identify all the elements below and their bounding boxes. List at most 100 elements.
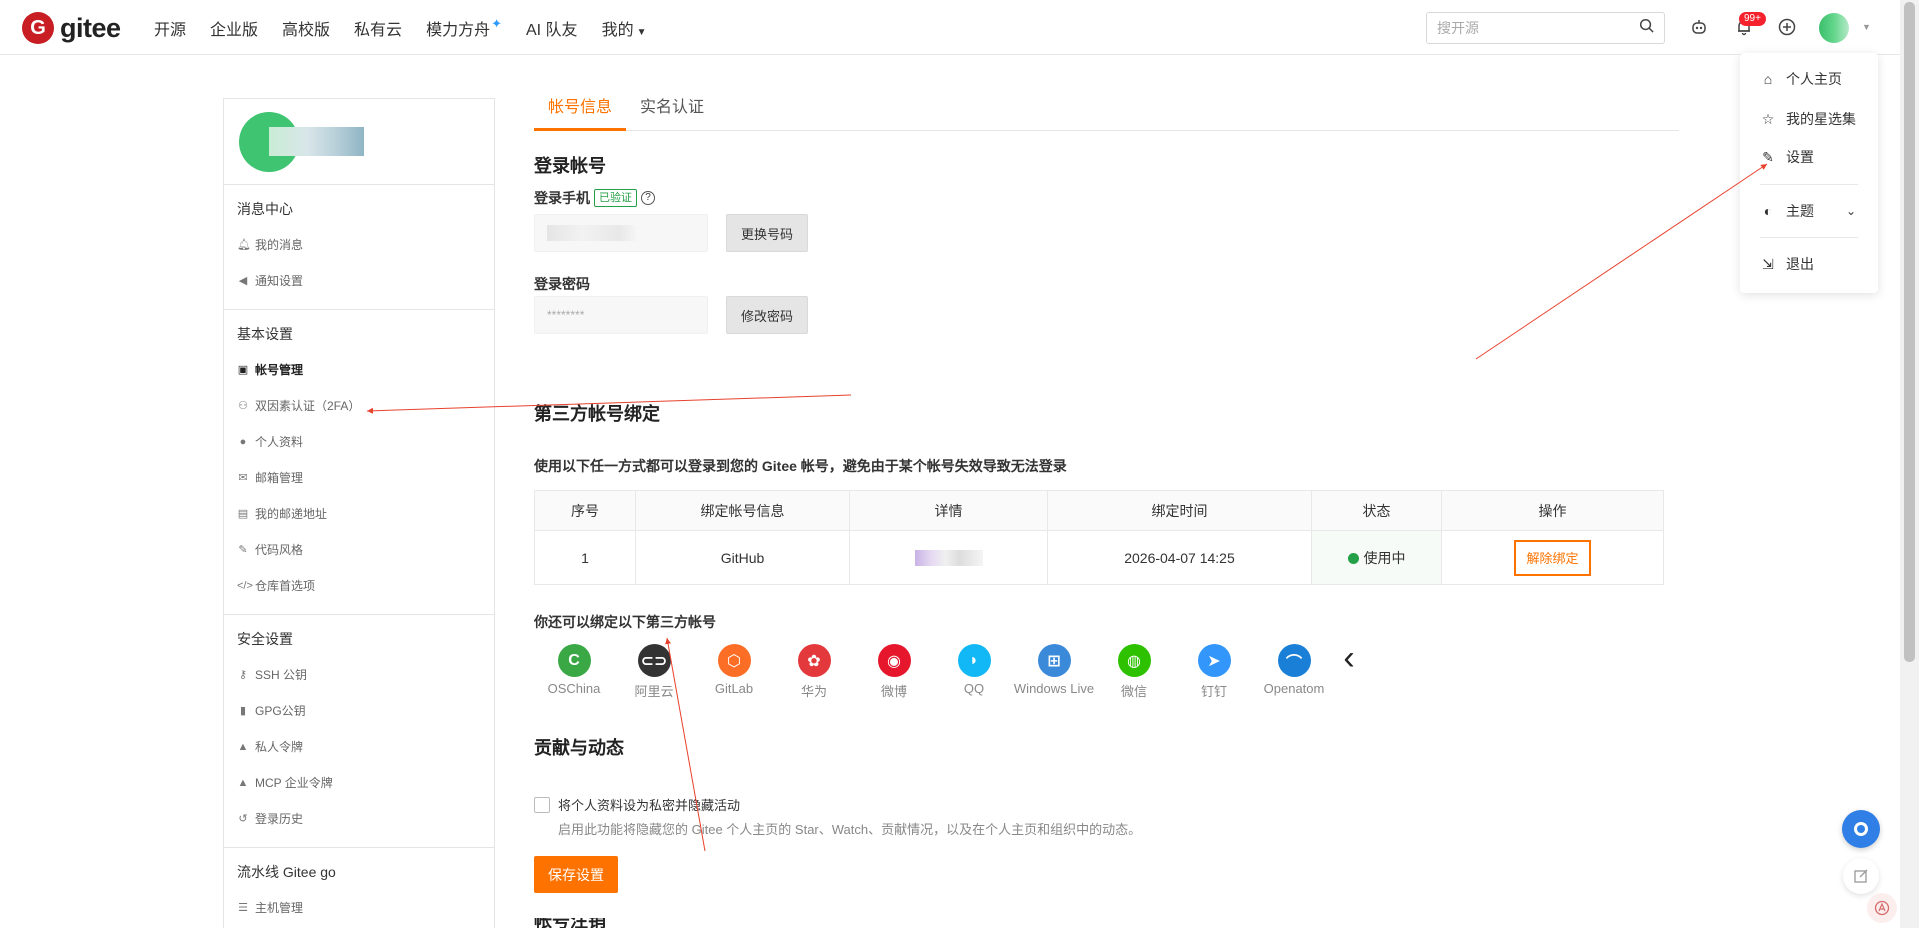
provider-oschina[interactable]: C OSChina (534, 644, 614, 696)
menu-item-label: 个人主页 (1786, 71, 1842, 87)
sidebar-item-2fa[interactable]: ⚇ 双因素认证（2FA） (224, 388, 494, 424)
page-scrollbar[interactable] (1900, 0, 1919, 928)
menu-item-homepage[interactable]: ⌂ 个人主页 (1740, 66, 1878, 92)
bell-icon: 🔔︎ (237, 239, 251, 251)
ai-assistant-icon[interactable] (1688, 16, 1710, 38)
home-icon: ⌂ (1763, 71, 1773, 87)
translate-icon[interactable] (1867, 893, 1897, 923)
search-icon[interactable] (1639, 18, 1654, 38)
change-phone-button[interactable]: 更换号码 (726, 214, 809, 252)
nav-item-ai-teammate[interactable]: AI 队友 (526, 16, 578, 40)
table-row: 1 GitHub 2026-04-07 14:25 使用中 解除绑定 (534, 530, 1664, 585)
nav-item-education[interactable]: 高校版 (282, 16, 330, 40)
tab-real-name[interactable]: 实名认证 (626, 88, 718, 131)
sidebar-item-account[interactable]: ▣ 帐号管理 (224, 352, 494, 388)
menu-item-logout[interactable]: ⇲ 退出 (1740, 251, 1878, 277)
contribution-title: 贡献与动态 (534, 738, 624, 758)
row-index: 1 (534, 530, 636, 585)
assistant-fab-icon[interactable] (1842, 810, 1880, 848)
sidebar-group-messages: 消息中心 🔔︎ 我的消息 ◀︎ 通知设置 (224, 185, 494, 310)
sidebar-item-profile[interactable]: ● 个人资料 (224, 424, 494, 460)
search-input[interactable] (1437, 20, 1639, 36)
sidebar-item-label: 个人资料 (255, 435, 304, 449)
sidebar-item-label: 私人令牌 (255, 740, 304, 754)
menu-item-label: 设置 (1786, 149, 1814, 165)
nav-item-mine[interactable]: 我的 ▼ (602, 16, 647, 40)
oschina-icon: C (557, 644, 591, 677)
provider-openatom[interactable]: ⌒ Openatom (1254, 644, 1334, 696)
provider-label: 阿里云 (634, 684, 674, 699)
menu-item-theme[interactable]: ◐ 主题 ⌄ (1740, 198, 1878, 224)
provider-gitlab[interactable]: ⬡ GitLab (694, 644, 774, 696)
provider-aliyun[interactable]: ⊂⊃ 阿里云 (614, 644, 694, 700)
wechat-icon: ◍ (1117, 644, 1151, 677)
provider-windows-live[interactable]: ⊞ Windows Live (1014, 644, 1094, 696)
gitee-logo[interactable]: G gitee (22, 12, 121, 44)
openatom-icon: ⌒ (1277, 644, 1311, 677)
sidebar-item-mailing-address[interactable]: ▤ 我的邮递地址 (224, 496, 494, 532)
nav-item-private-cloud[interactable]: 私有云 (354, 16, 402, 40)
menu-item-label: 退出 (1786, 256, 1814, 272)
sidebar-item-repo-preferences[interactable]: </> 仓库首选项 (224, 568, 494, 604)
provider-qq[interactable]: ◗ QQ (934, 644, 1014, 696)
login-account-title: 登录帐号 (534, 156, 606, 176)
sidebar-group-security: 安全设置 ⚷ SSH 公钥 ▮ GPG公钥 ▲ 私人令牌 ▲ MCP 企业令牌 ↺ 登录历… (224, 615, 494, 848)
chevron-left-icon[interactable]: ‹ (1334, 641, 1364, 677)
id-card-icon: ▣ (237, 364, 249, 376)
provider-dingtalk[interactable]: ➤ 钉钉 (1174, 644, 1254, 700)
row-status-text: 使用中 (1363, 549, 1406, 566)
feedback-icon[interactable] (1843, 858, 1879, 894)
nav-item-enterprise[interactable]: 企业版 (210, 16, 258, 40)
unbind-button[interactable]: 解除绑定 (1514, 539, 1591, 576)
change-password-button[interactable]: 修改密码 (726, 296, 809, 334)
provider-label: OSChina (547, 681, 601, 696)
main-content: 帐号信息 实名认证 登录帐号 登录手机 已验证 ? 更换号码 登录密码 ****… (534, 88, 1679, 928)
menu-item-settings[interactable]: ✎ 设置 (1740, 144, 1878, 170)
phone-label-text: 登录手机 (534, 190, 590, 206)
provider-wechat[interactable]: ◍ 微信 (1094, 644, 1174, 700)
code-icon: </> (237, 580, 253, 592)
sidebar-item-host-management[interactable]: ☰ 主机管理 (224, 890, 494, 926)
nav-item-mine-label: 我的 (601, 21, 634, 39)
sidebar-item-label: 双因素认证（2FA） (255, 399, 361, 413)
windows-icon: ⊞ (1037, 644, 1071, 677)
sidebar-item-notification-settings[interactable]: ◀︎ 通知设置 (224, 263, 494, 299)
menu-item-star-collections[interactable]: ☆ 我的星选集 (1740, 106, 1878, 132)
private-activity-checkbox[interactable] (534, 796, 550, 813)
plus-circle-icon[interactable] (1776, 16, 1798, 38)
sidebar-item-login-history[interactable]: ↺ 登录历史 (224, 801, 494, 837)
column-header: 绑定时间 (1047, 490, 1312, 531)
scrollbar-thumb[interactable] (1904, 2, 1915, 662)
contrast-icon: ◐ (1763, 203, 1773, 219)
row-bound-time: 2026-04-07 14:25 (1047, 530, 1312, 585)
provider-weibo[interactable]: ◉ 微博 (854, 644, 934, 700)
password-field-label: 登录密码 (534, 276, 590, 292)
save-settings-button[interactable]: 保存设置 (534, 856, 618, 893)
sidebar-item-label: 登录历史 (255, 812, 304, 826)
verified-badge: 已验证 (594, 189, 637, 207)
sidebar-item-mcp-tokens[interactable]: ▲ MCP 企业令牌 (224, 765, 494, 801)
sidebar-item-label: 帐号管理 (255, 363, 304, 377)
provider-huawei[interactable]: ✿ 华为 (774, 644, 854, 700)
sidebar-item-label: MCP 企业令牌 (255, 776, 333, 790)
chevron-down-icon: ⌄ (1846, 204, 1857, 218)
sidebar-item-email[interactable]: ✉ 邮箱管理 (224, 460, 494, 496)
provider-label: Openatom (1263, 681, 1325, 696)
sidebar-group-basic: 基本设置 ▣ 帐号管理 ⚇ 双因素认证（2FA） ● 个人资料 ✉ 邮箱管理 ▤ 我的邮递… (224, 310, 494, 615)
sidebar-item-gpg-keys[interactable]: ▮ GPG公钥 (224, 693, 494, 729)
sidebar-item-code-style[interactable]: ✎ 代码风格 (224, 532, 494, 568)
tab-account-info[interactable]: 帐号信息 (534, 88, 627, 131)
user-dropdown-menu: ⌂ 个人主页 ☆ 我的星选集 ✎ 设置 ◐ 主题 ⌄ ⇲ 退出 (1740, 53, 1878, 293)
sidebar-item-my-messages[interactable]: 🔔︎ 我的消息 (224, 227, 494, 263)
user-avatar[interactable] (1819, 13, 1849, 43)
sidebar-item-ssh-keys[interactable]: ⚷ SSH 公钥 (224, 657, 494, 693)
avatar-caret-icon[interactable]: ▼ (1862, 22, 1871, 32)
brush-icon: ✎ (238, 544, 248, 556)
help-icon[interactable]: ? (641, 191, 655, 205)
third-party-title: 第三方帐号绑定 (534, 404, 660, 424)
sidebar-group-title: 安全设置 (237, 631, 293, 647)
nav-item-open-source[interactable]: 开源 (154, 16, 186, 40)
sidebar-item-private-tokens[interactable]: ▲ 私人令牌 (224, 729, 494, 765)
provider-label: 钉钉 (1200, 684, 1227, 699)
nav-item-moark[interactable]: 模力方舟✦ (426, 16, 502, 40)
